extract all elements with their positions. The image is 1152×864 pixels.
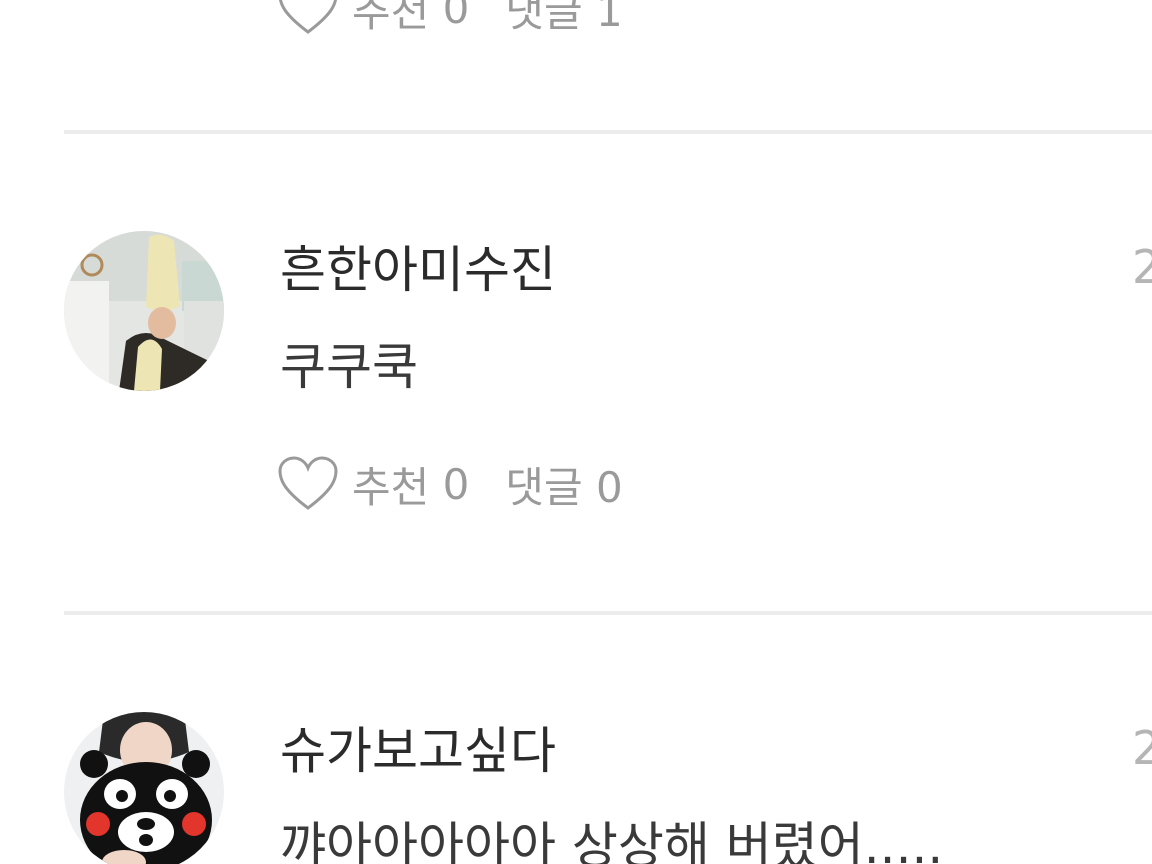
like-count: 0 (442, 0, 470, 33)
comment-text: 꺄아아아아아 상상해 버렸어..... (280, 817, 944, 864)
like-label: 추천 (352, 462, 430, 512)
reply-count: 0 (596, 462, 623, 512)
comment-text: 쿠쿠쿡 (280, 338, 418, 396)
comment-time: 2 (1132, 721, 1152, 775)
banana-costume-photo (64, 231, 224, 391)
kumamon-plush-photo (64, 712, 224, 864)
like-label: 추천 (352, 0, 430, 36)
reply-label: 댓글 (505, 0, 583, 36)
comment-time: 2 (1132, 240, 1152, 294)
comment-author[interactable]: 흔한아미수진 (280, 240, 556, 300)
heart-icon (279, 0, 337, 34)
heart-icon (278, 456, 338, 510)
like-count: 0 (442, 459, 470, 509)
avatar[interactable] (64, 231, 224, 391)
like-button[interactable]: 추천 0 (278, 0, 469, 39)
like-button[interactable]: 추천 0 (278, 454, 469, 515)
reply-button[interactable]: 댓글 0 (505, 454, 622, 515)
reply-count: 1 (596, 0, 623, 36)
comment-list: 추천 0 댓글 1 흔한아미수진 2 쿠쿠쿡 추천 0 댓글 0 슈가보고싶다 … (0, 0, 1152, 864)
reply-label: 댓글 (505, 462, 583, 512)
comment-actions: 추천 0 댓글 0 (278, 454, 623, 514)
reply-button[interactable]: 댓글 1 (505, 0, 622, 39)
comment-author[interactable]: 슈가보고싶다 (280, 721, 556, 781)
comment-divider (64, 611, 1152, 615)
comment-actions: 추천 0 댓글 1 (278, 0, 623, 38)
avatar[interactable] (64, 712, 224, 864)
comment-divider (64, 130, 1152, 134)
